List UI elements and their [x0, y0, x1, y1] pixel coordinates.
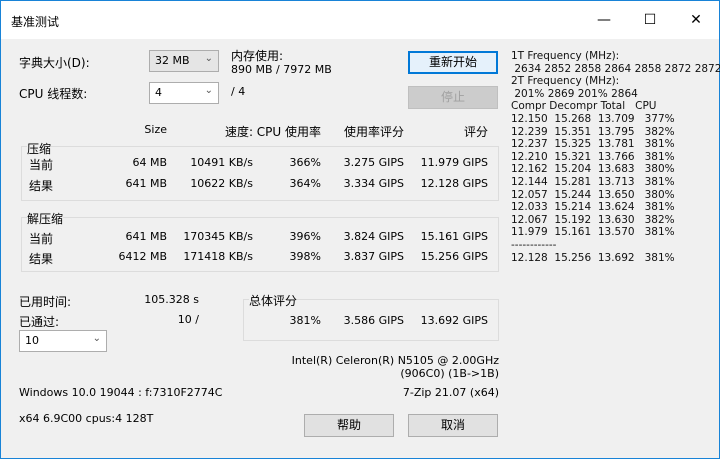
threads-select[interactable]: 4 ⌄ [149, 82, 219, 104]
row-rating: 12.128 GIPS [420, 177, 488, 190]
total-cpu: 381% [289, 314, 321, 327]
minimize-icon[interactable]: — [581, 1, 627, 39]
log-line: ------------ [511, 239, 557, 251]
elapsed-label: 已用时间: [19, 295, 72, 309]
log-line: 2634 2852 2858 2864 2858 2872 2872 [511, 62, 720, 75]
row-rating: 15.256 GIPS [420, 250, 488, 263]
threads-value: 4 [155, 86, 162, 99]
row-size: 641 MB [125, 177, 167, 190]
log-line: 201% 2869 201% 2864 [511, 87, 638, 100]
dict-size-select[interactable]: 32 MB ⌄ [149, 50, 219, 72]
log-line: 12.067 15.192 13.630 382% [511, 213, 675, 226]
cancel-button[interactable]: 取消 [408, 414, 498, 437]
total-title: 总体评分 [249, 292, 298, 309]
version-info: 7-Zip 21.07 (x64) [402, 386, 499, 399]
row-speed: 171418 KB/s [183, 250, 253, 263]
log-line: 1T Frequency (MHz): [511, 50, 620, 62]
row-rating: 11.979 GIPS [420, 156, 488, 169]
threads-label: CPU 线程数: [19, 87, 88, 101]
row-label: 结果 [29, 179, 54, 193]
row-size: 6412 MB [118, 250, 167, 263]
dict-size-value: 32 MB [155, 54, 190, 67]
threads-max: / 4 [231, 85, 246, 98]
chevron-down-icon: ⌄ [92, 333, 101, 344]
row-label: 结果 [29, 252, 54, 266]
compress-title: 压缩 [27, 140, 52, 157]
row-cpu: 396% [289, 230, 321, 243]
passes-label: 已通过: [19, 315, 60, 329]
log-line: 12.150 15.268 13.709 377% [511, 113, 675, 125]
header-speed: 速度: [224, 125, 253, 139]
row-usage-rating: 3.275 GIPS [343, 156, 404, 169]
row-speed: 10622 KB/s [190, 177, 253, 190]
os-info: Windows 10.0 19044 : f:7310F2774C [19, 386, 223, 399]
title-bar: 基准测试 — ☐ ✕ [1, 1, 719, 39]
row-usage-rating: 3.334 GIPS [343, 177, 404, 190]
row-rating: 15.161 GIPS [420, 230, 488, 243]
dict-size-label: 字典大小(D): [19, 56, 90, 70]
log-line: 12.128 15.256 13.692 381% [511, 251, 675, 264]
arch-info: x64 6.9C00 cpus:4 128T [19, 412, 154, 425]
row-usage-rating: 3.824 GIPS [343, 230, 404, 243]
decompress-title: 解压缩 [27, 210, 64, 227]
row-speed: 170345 KB/s [183, 230, 253, 243]
passes-select-value: 10 [25, 334, 39, 347]
benchmark-window: 基准测试 — ☐ ✕ 字典大小(D): 32 MB ⌄ 内存使用: 890 MB … [0, 0, 720, 459]
log-line: 12.237 15.325 13.781 381% [511, 138, 675, 151]
passes-value: 10 / [177, 313, 199, 326]
log-line: 12.210 15.321 13.766 381% [511, 150, 675, 163]
log-line: 12.239 15.351 13.795 382% [511, 125, 675, 138]
log-line: Compr Decompr Total CPU [511, 100, 657, 113]
log-line: 12.162 15.204 13.683 380% [511, 163, 675, 176]
maximize-icon[interactable]: ☐ [627, 1, 673, 39]
decompress-group [21, 217, 499, 272]
chevron-down-icon: ⌄ [204, 53, 213, 64]
row-label: 当前 [29, 158, 54, 172]
row-size: 641 MB [125, 230, 167, 243]
row-label: 当前 [29, 232, 54, 246]
compress-group [21, 146, 499, 201]
row-cpu: 398% [289, 250, 321, 263]
total-rating: 13.692 GIPS [420, 314, 488, 327]
cpu-name: Intel(R) Celeron(R) N5105 @ 2.00GHz [291, 354, 499, 367]
header-usage-rating: 使用率评分 [343, 125, 404, 139]
row-size: 64 MB [132, 156, 167, 169]
cpu-id: (906C0) (1B->1B) [400, 367, 499, 380]
help-button[interactable]: 帮助 [304, 414, 394, 437]
header-cpu: CPU 使用率 [256, 125, 321, 139]
memory-label: 内存使用: [231, 49, 284, 63]
log-line: 12.144 15.281 13.713 381% [511, 176, 675, 188]
restart-button[interactable]: 重新开始 [408, 51, 498, 74]
memory-value: 890 MB / 7972 MB [231, 63, 332, 76]
log-line: 12.057 15.244 13.650 380% [511, 188, 675, 201]
elapsed-value: 105.328 s [144, 293, 199, 306]
log-line: 12.033 15.214 13.624 381% [511, 201, 675, 214]
header-rating: 评分 [463, 125, 488, 139]
passes-select[interactable]: 10 ⌄ [19, 330, 107, 352]
header-size: Size [144, 123, 167, 136]
row-cpu: 364% [289, 177, 321, 190]
log-line: 11.979 15.161 13.570 381% [511, 226, 675, 239]
row-usage-rating: 3.837 GIPS [343, 250, 404, 263]
row-cpu: 366% [289, 156, 321, 169]
window-title: 基准测试 [11, 15, 60, 29]
close-icon[interactable]: ✕ [673, 1, 719, 39]
log-line: 2T Frequency (MHz): [511, 75, 620, 88]
total-usage: 3.586 GIPS [343, 314, 404, 327]
row-speed: 10491 KB/s [190, 156, 253, 169]
stop-button[interactable]: 停止 [408, 86, 498, 109]
chevron-down-icon: ⌄ [204, 85, 213, 96]
